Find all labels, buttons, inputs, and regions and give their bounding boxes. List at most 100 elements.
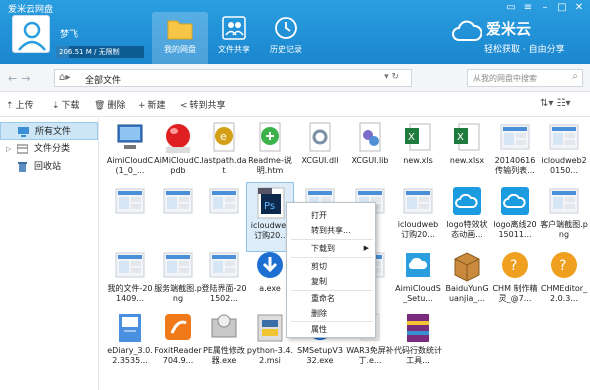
file-name: icloudweb订购20... [397, 220, 439, 239]
search-icon[interactable]: ⌕ [572, 71, 578, 82]
file-item[interactable] [154, 182, 202, 252]
close-icon[interactable]: ✕ [572, 2, 586, 14]
sidebar-item-categories[interactable]: ▷ 文件分类 [0, 140, 98, 158]
file-name: PE属性修改器.exe [203, 346, 245, 365]
share-icon: < [180, 101, 188, 111]
file-name: XCGUI.dll [301, 156, 339, 165]
file-item[interactable] [200, 182, 248, 252]
search-input[interactable]: 从我的网盘中搜索 ⌕ [467, 69, 583, 87]
forward-icon[interactable]: → [21, 72, 34, 85]
file-item[interactable]: logo特效状态动画... [443, 182, 491, 252]
delete-button[interactable]: 🗑 删除 [94, 98, 125, 111]
upload-icon: ⇡ [6, 101, 14, 111]
minimize-icon[interactable]: – [538, 2, 552, 14]
username: 梦飞 [60, 30, 79, 40]
diary-icon [114, 311, 146, 345]
file-item[interactable]: BaiduYunGuanjia_... [443, 246, 491, 316]
menu-item-delete[interactable]: 删除 [311, 308, 327, 319]
file-item[interactable]: XCGUI.lib [346, 118, 394, 188]
file-item[interactable]: 我的文件-201409... [106, 246, 154, 316]
sidebar-item-all-files[interactable]: 所有文件 [0, 122, 98, 140]
menu-separator [291, 321, 373, 322]
sidebar-item-recycle-bin[interactable]: 回收站 [0, 158, 98, 176]
file-item[interactable]: ? CHMEditor_2.0.3... [540, 246, 588, 316]
back-icon[interactable]: ← [8, 72, 21, 85]
home-icon[interactable]: ⌂▸ [59, 72, 70, 83]
avatar[interactable] [12, 15, 50, 53]
maximize-icon[interactable]: □ [555, 2, 569, 14]
tab-label: 文件共享 [218, 45, 250, 54]
file-name: SMSetupV332.exe [297, 346, 343, 365]
file-name: logo离线2015011... [493, 220, 537, 239]
svg-text:Ps: Ps [264, 201, 275, 212]
file-item[interactable]: eDiary_3.0.2.3535... [106, 308, 154, 378]
menu-item-share[interactable]: 转到共享... [311, 225, 351, 236]
file-item[interactable]: Xnew.xlsx [443, 118, 491, 188]
svg-text:?: ? [559, 258, 566, 274]
file-item[interactable]: 20140616传输列表... [491, 118, 539, 188]
breadcrumb[interactable]: 全部文件 [85, 73, 121, 86]
tab-file-share[interactable]: 文件共享 [206, 12, 262, 64]
new-button[interactable]: + 新建 [138, 98, 166, 111]
file-item[interactable]: e lastpath.dat [200, 118, 248, 188]
file-item[interactable]: AiMiCloudC.pdb [154, 118, 202, 188]
nav-arrows: ←→ [8, 72, 34, 85]
file-item[interactable]: AimiCloudS_Setu... [394, 246, 442, 316]
skin-icon[interactable]: ▭ [504, 2, 518, 14]
context-menu: 打开 转到共享... 下载到 ▶ 剪切 复制 重命名 删除 属性 [286, 202, 376, 338]
svg-text:?: ? [510, 258, 517, 274]
file-name: logo特效状态动画... [446, 220, 488, 239]
menu-item-properties[interactable]: 属性 [311, 324, 327, 335]
file-name: lastpath.dat [201, 156, 247, 175]
html-icon [254, 121, 286, 155]
file-item[interactable]: AimiCloudC(1_0_... [106, 118, 154, 188]
file-name: FoxitReader704.9... [154, 346, 202, 365]
trash-icon: 🗑 [94, 101, 106, 111]
file-item[interactable]: 登陆界面-201502... [200, 246, 248, 316]
excel-icon: X [402, 121, 434, 155]
file-item[interactable]: icloudweb订购20... [394, 182, 442, 252]
share-button[interactable]: < 转到共享 [180, 98, 226, 111]
excel-icon: X [451, 121, 483, 155]
brand-name: 爱米云 [486, 20, 532, 38]
file-item[interactable]: FoxitReader704.9... [154, 308, 202, 378]
menu-item-download-to[interactable]: 下载到 [311, 243, 335, 254]
file-name: CHMEditor_2.0.3... [540, 284, 588, 303]
tab-label: 我的网盘 [164, 45, 196, 54]
download-button[interactable]: ⇣ 下载 [52, 98, 80, 111]
file-name: WAR3免屏补丁.e... [346, 346, 394, 365]
dll-icon [304, 121, 336, 155]
file-item[interactable]: 客户端截图.png [540, 182, 588, 252]
image-thumb-icon [548, 121, 580, 155]
file-item[interactable]: Xnew.xls [394, 118, 442, 188]
file-item[interactable] [106, 182, 154, 252]
category-icon [17, 144, 28, 154]
path-box[interactable]: ⌂▸ 全部文件 ▾ ↻ [54, 69, 412, 87]
file-item[interactable]: logo离线2015011... [491, 182, 539, 252]
box-icon [451, 249, 483, 283]
file-item[interactable]: ? CHM 制作精灵_@7... [491, 246, 539, 316]
file-item[interactable]: PE属性修改器.exe [200, 308, 248, 378]
menu-item-copy[interactable]: 复制 [311, 276, 327, 287]
share-users-icon [222, 16, 246, 40]
chevron-down-icon[interactable]: ▾ ↻ [384, 72, 399, 82]
file-item[interactable]: XCGUI.dll [296, 118, 344, 188]
file-item[interactable]: Readme-说明.htm [246, 118, 294, 188]
menu-item-open[interactable]: 打开 [311, 210, 327, 221]
new-label: 新建 [147, 101, 166, 111]
file-name: 登陆界面-201502... [201, 284, 247, 303]
menu-item-rename[interactable]: 重命名 [311, 293, 335, 304]
tab-history[interactable]: 历史记录 [258, 12, 314, 64]
sort-icon[interactable]: ⇅▾ ☷▾ [540, 98, 571, 109]
file-item[interactable]: icloudweb20150... [540, 118, 588, 188]
file-name: AimiCloudC(1_0_... [106, 156, 154, 175]
file-item[interactable]: 代码行数统计工具... [394, 308, 442, 378]
expand-icon[interactable]: ▷ [6, 140, 11, 158]
upload-button[interactable]: ⇡ 上传 [6, 98, 34, 111]
tab-my-drive[interactable]: 我的网盘 [152, 12, 208, 64]
image-thumb-icon [162, 249, 194, 283]
address-bar: ←→ ⌂▸ 全部文件 ▾ ↻ 从我的网盘中搜索 ⌕ [0, 64, 590, 92]
menu-icon[interactable]: ≡ [521, 2, 535, 14]
file-item[interactable]: 服务端截图.png [154, 246, 202, 316]
menu-item-cut[interactable]: 剪切 [311, 261, 327, 272]
